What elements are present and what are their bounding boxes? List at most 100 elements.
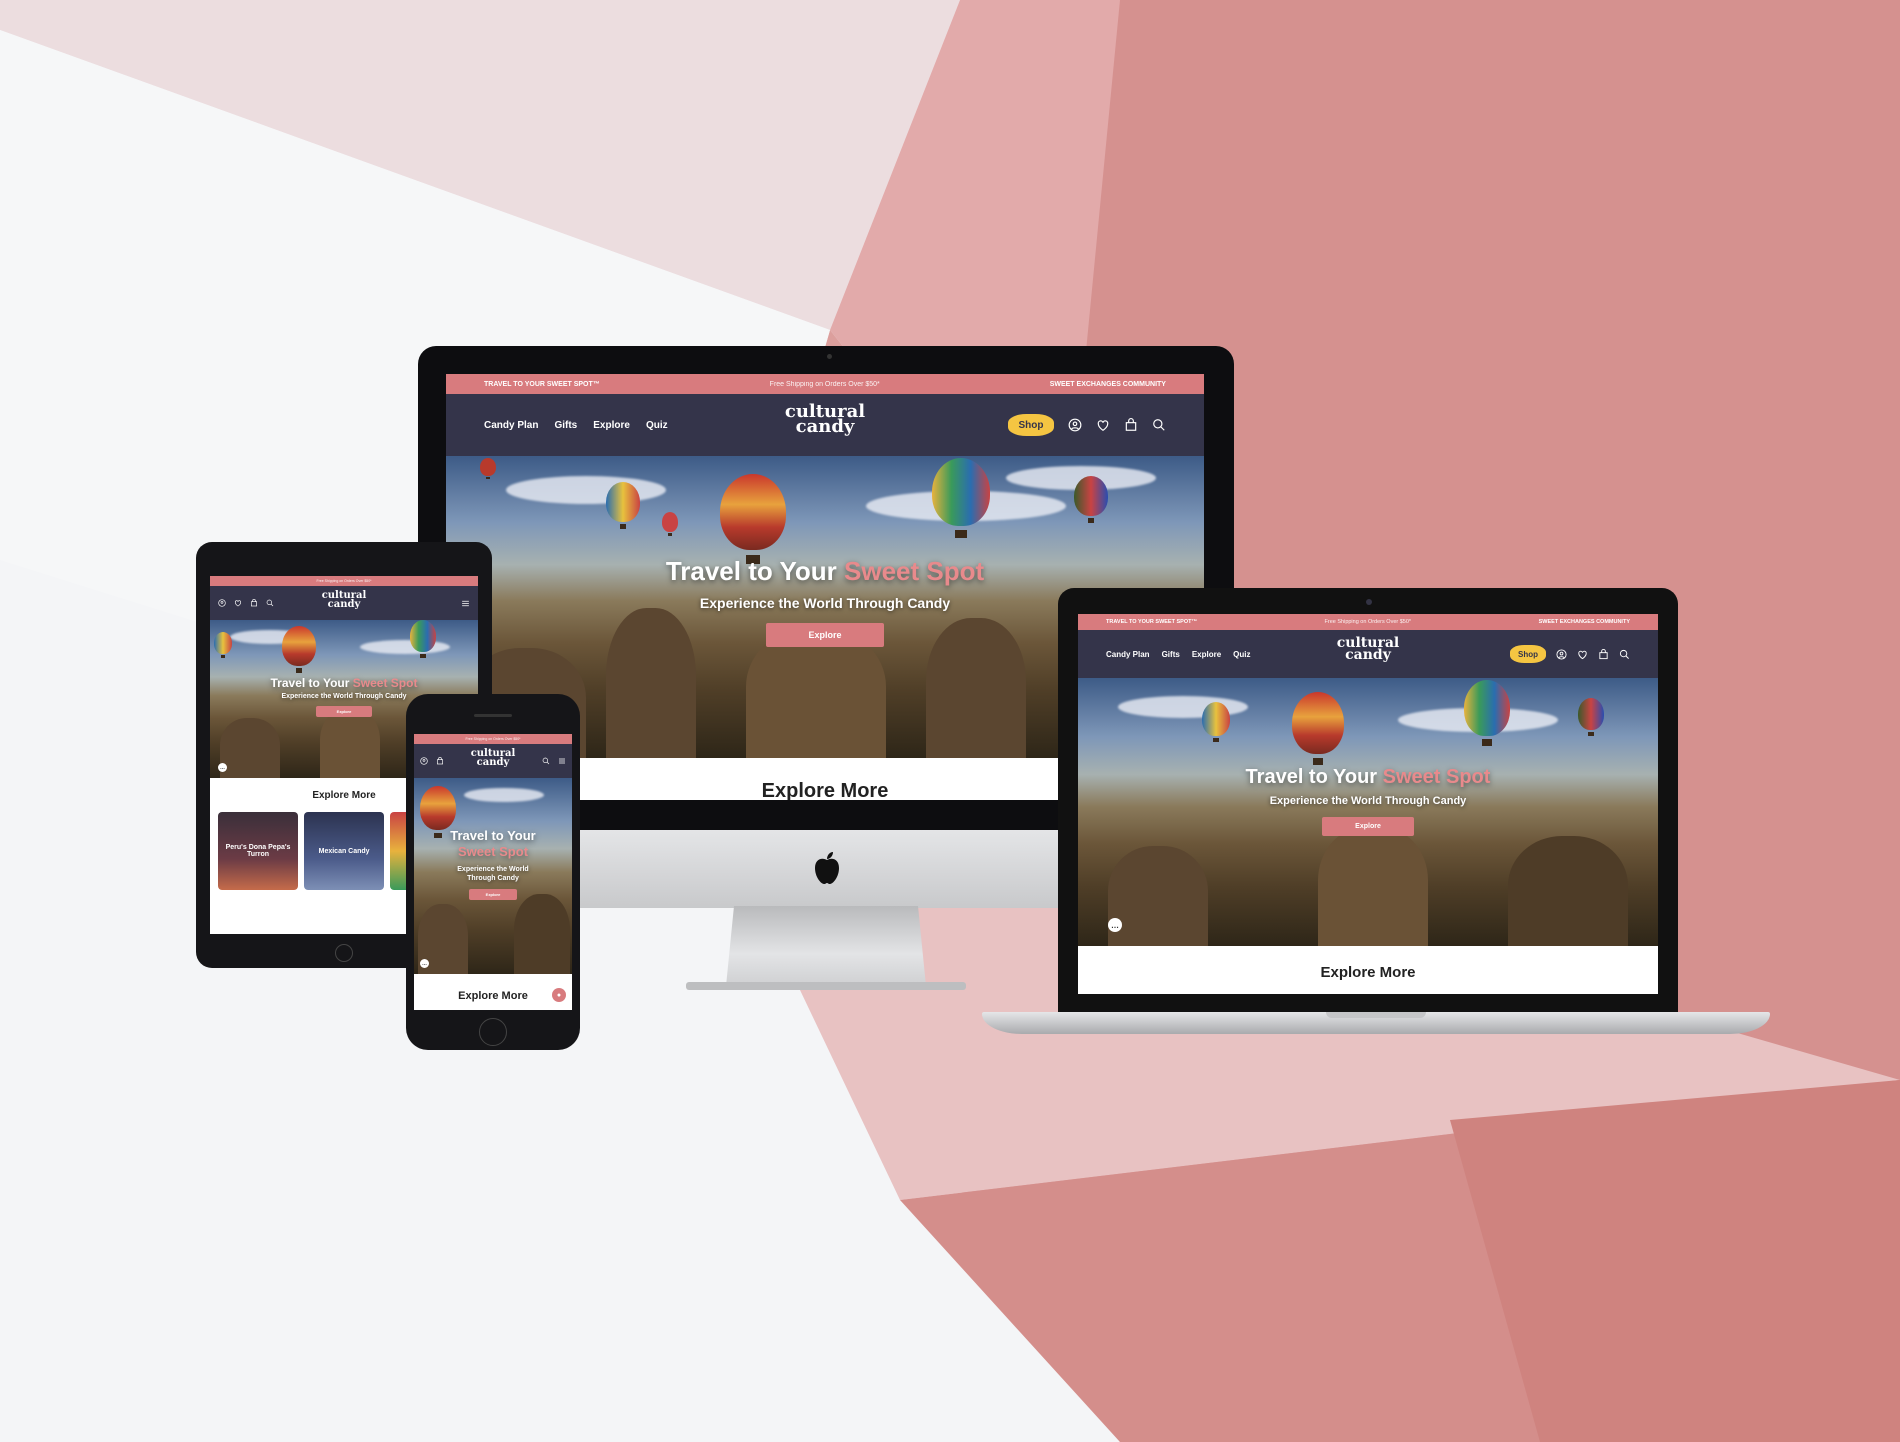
nav-item-candy-plan[interactable]: Candy Plan — [484, 420, 538, 431]
hot-air-balloon — [282, 626, 316, 674]
phone-site: Free Shipping on Orders Over $50* cultur… — [414, 734, 572, 1010]
tablet-home-button[interactable] — [335, 944, 353, 962]
hero-title: Travel to Your Sweet Spot — [446, 556, 1204, 587]
hero-title-accent: Sweet Spot — [352, 676, 418, 690]
hot-air-balloon — [480, 458, 496, 480]
cloud — [360, 640, 450, 654]
explore-button[interactable]: Explore — [316, 706, 372, 717]
heart-icon[interactable] — [234, 599, 242, 607]
main-nav: cultural candy — [210, 586, 478, 620]
hot-air-balloon — [1202, 702, 1230, 743]
site-logo[interactable]: cultural candy — [1337, 636, 1399, 663]
imac-stand-base — [686, 982, 966, 990]
nav-item-explore[interactable]: Explore — [593, 420, 630, 431]
promo-left[interactable]: TRAVEL TO YOUR SWEET SPOT™ — [1106, 619, 1197, 625]
rock-formation — [1318, 826, 1428, 946]
logo-line-2: candy — [1345, 646, 1391, 663]
shop-button[interactable]: Shop — [1008, 414, 1054, 436]
nav-icons: Shop — [1510, 645, 1630, 663]
rock-formation — [514, 894, 570, 974]
account-icon[interactable] — [218, 599, 226, 607]
rock-formation — [1508, 836, 1628, 946]
main-nav: cultural candy — [414, 744, 572, 778]
cart-icon[interactable] — [436, 757, 444, 765]
promo-center: Free Shipping on Orders Over $50* — [769, 380, 880, 388]
hero-title-accent: Sweet Spot — [1382, 766, 1491, 788]
search-icon[interactable] — [1152, 418, 1166, 432]
account-icon[interactable] — [1068, 418, 1082, 432]
menu-icon[interactable] — [558, 757, 566, 765]
hot-air-balloon — [410, 620, 436, 658]
search-icon[interactable] — [266, 599, 274, 607]
site-logo[interactable]: cultural candy — [471, 749, 516, 768]
logo-line-2: candy — [795, 416, 855, 438]
heart-icon[interactable] — [1577, 649, 1588, 660]
hot-air-balloon — [932, 458, 990, 539]
site-logo[interactable]: cultural candy — [322, 591, 367, 609]
rock-formation — [220, 718, 280, 778]
promo-bar: Free Shipping on Orders Over $50* — [414, 734, 572, 744]
cart-icon[interactable] — [1598, 648, 1609, 660]
account-icon[interactable] — [1556, 648, 1567, 660]
shop-button[interactable]: Shop — [1510, 645, 1546, 663]
promo-right[interactable]: SWEET EXCHANGES COMMUNITY — [1539, 619, 1630, 625]
hero-banner: Travel to Your Sweet Spot Experience the… — [1078, 678, 1658, 946]
hero-title-main: Travel to Your — [665, 556, 837, 586]
explore-button[interactable]: Explore — [469, 888, 517, 900]
chat-icon[interactable]: … — [218, 763, 227, 772]
promo-bar: Free Shipping on Orders Over $50* — [210, 576, 478, 586]
chat-icon[interactable]: … — [420, 959, 429, 968]
explore-button[interactable]: Explore — [1322, 817, 1414, 836]
hot-air-balloon — [420, 786, 456, 838]
hero-title-accent: Sweet Spot — [844, 556, 985, 586]
nav-item-gifts[interactable]: Gifts — [1162, 650, 1180, 659]
explore-card[interactable]: Peru's Dona Pepa's Turron — [218, 812, 299, 890]
main-nav: Candy Plan Gifts Explore Quiz cultural c… — [446, 394, 1204, 456]
hero-subtitle: Experience the World Through Candy — [1269, 795, 1467, 807]
nav-links: Candy Plan Gifts Explore Quiz — [484, 420, 668, 431]
heart-icon[interactable] — [1096, 418, 1110, 432]
hero-title: Travel to Your Sweet Spot — [210, 676, 478, 690]
cloud — [506, 476, 666, 504]
explore-card[interactable]: Mexican Candy — [304, 812, 385, 890]
nav-item-explore[interactable]: Explore — [1192, 650, 1221, 659]
logo-line-2: candy — [476, 756, 510, 768]
explore-button[interactable]: Explore — [766, 623, 884, 647]
laptop-site: TRAVEL TO YOUR SWEET SPOT™ Free Shipping… — [1078, 614, 1658, 994]
chat-icon[interactable]: ● — [552, 988, 566, 1002]
laptop-base — [982, 1012, 1770, 1034]
card-title: Mexican Candy — [318, 847, 370, 855]
search-icon[interactable] — [1619, 649, 1630, 660]
nav-item-quiz[interactable]: Quiz — [1233, 650, 1250, 659]
nav-item-candy-plan[interactable]: Candy Plan — [1106, 650, 1150, 659]
rock-formation — [746, 628, 886, 758]
search-icon[interactable] — [542, 757, 550, 765]
hot-air-balloon — [1074, 476, 1108, 524]
account-icon[interactable] — [420, 757, 428, 765]
cart-icon[interactable] — [250, 599, 258, 607]
promo-right[interactable]: SWEET EXCHANGES COMMUNITY — [1050, 381, 1166, 388]
nav-item-quiz[interactable]: Quiz — [646, 420, 668, 431]
site-logo[interactable]: cultural candy — [785, 402, 865, 438]
nav-item-gifts[interactable]: Gifts — [554, 420, 577, 431]
phone-home-button[interactable] — [479, 1018, 507, 1046]
nav-icons-left — [218, 599, 274, 607]
promo-left[interactable]: TRAVEL TO YOUR SWEET SPOT™ — [484, 381, 600, 388]
cart-icon[interactable] — [1124, 418, 1138, 432]
promo-center: Free Shipping on Orders Over $50* — [1324, 619, 1412, 625]
imac-camera — [827, 354, 832, 359]
hero-subtitle: Experience the World Through Candy — [414, 865, 572, 883]
menu-icon[interactable] — [461, 599, 470, 608]
hero-title-main: Travel to Your — [450, 828, 536, 843]
nav-icons-right — [542, 757, 566, 765]
promo-center: Free Shipping on Orders Over $50* — [465, 737, 521, 741]
promo-bar: TRAVEL TO YOUR SWEET SPOT™ Free Shipping… — [446, 374, 1204, 394]
promo-bar: TRAVEL TO YOUR SWEET SPOT™ Free Shipping… — [1078, 614, 1658, 630]
hot-air-balloon — [214, 632, 232, 658]
hot-air-balloon — [1464, 680, 1510, 747]
main-nav: Candy Plan Gifts Explore Quiz cultural c… — [1078, 630, 1658, 678]
laptop-camera — [1366, 599, 1372, 605]
chat-icon[interactable]: … — [1108, 918, 1122, 932]
hot-air-balloon — [662, 512, 678, 536]
nav-links: Candy Plan Gifts Explore Quiz — [1106, 650, 1251, 659]
